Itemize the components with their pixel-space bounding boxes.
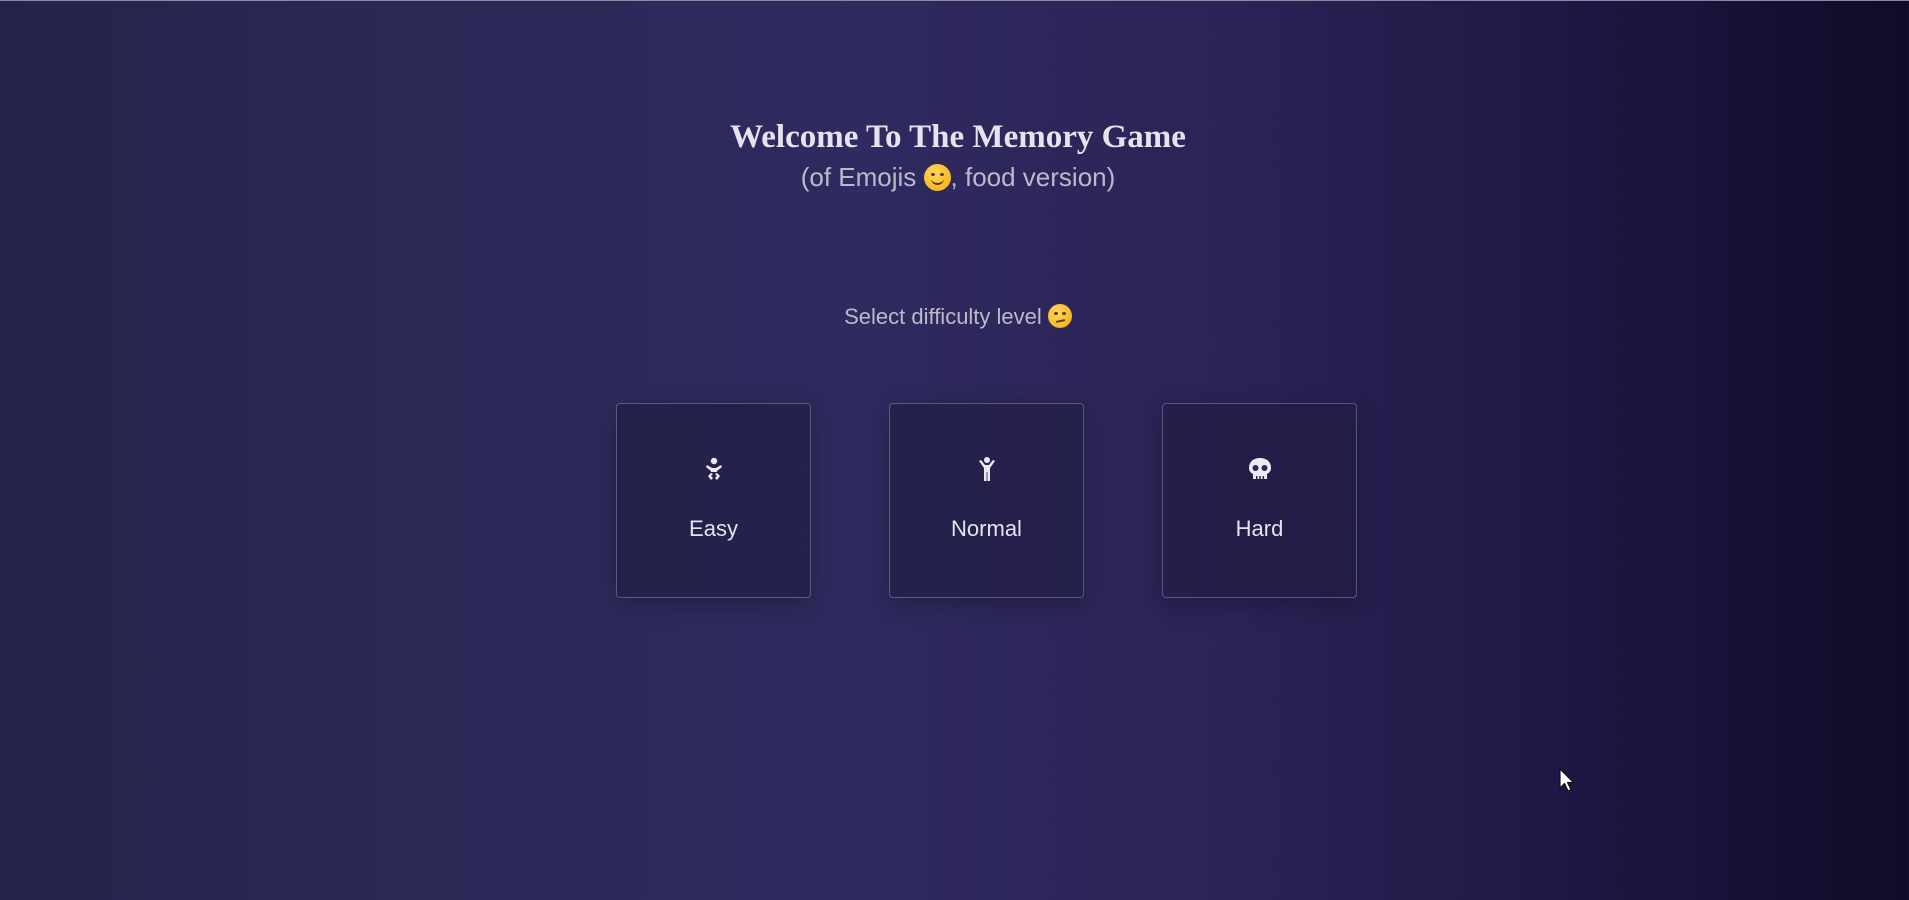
top-border [0, 0, 1909, 1]
page-title: Welcome To The Memory Game [730, 119, 1186, 155]
easy-level-button[interactable]: Easy [616, 403, 811, 598]
child-icon [890, 456, 1083, 482]
subtitle-prefix: (of Emojis [800, 162, 924, 192]
normal-level-label: Normal [951, 516, 1022, 541]
baby-icon [617, 456, 810, 482]
difficulty-prompt: Select difficulty level [0, 302, 1909, 332]
confused-face-emoji-icon [1047, 304, 1072, 328]
hard-level-button[interactable]: Hard [1162, 403, 1357, 598]
page-header: Welcome To The Memory Game (of Emojis , … [0, 115, 1909, 195]
skull-icon [1163, 456, 1356, 482]
easy-level-label: Easy [689, 516, 738, 541]
mouse-pointer-icon [1559, 768, 1575, 799]
subtitle-suffix: , food version) [950, 162, 1116, 192]
page-subtitle: (of Emojis , food version) [0, 159, 1909, 195]
normal-level-button[interactable]: Normal [889, 403, 1084, 598]
difficulty-options: Easy Normal Hard [616, 403, 1357, 598]
hard-level-label: Hard [1235, 516, 1284, 541]
smiling-face-emoji-icon [923, 164, 951, 191]
difficulty-prompt-text: Select difficulty level [844, 304, 1048, 329]
